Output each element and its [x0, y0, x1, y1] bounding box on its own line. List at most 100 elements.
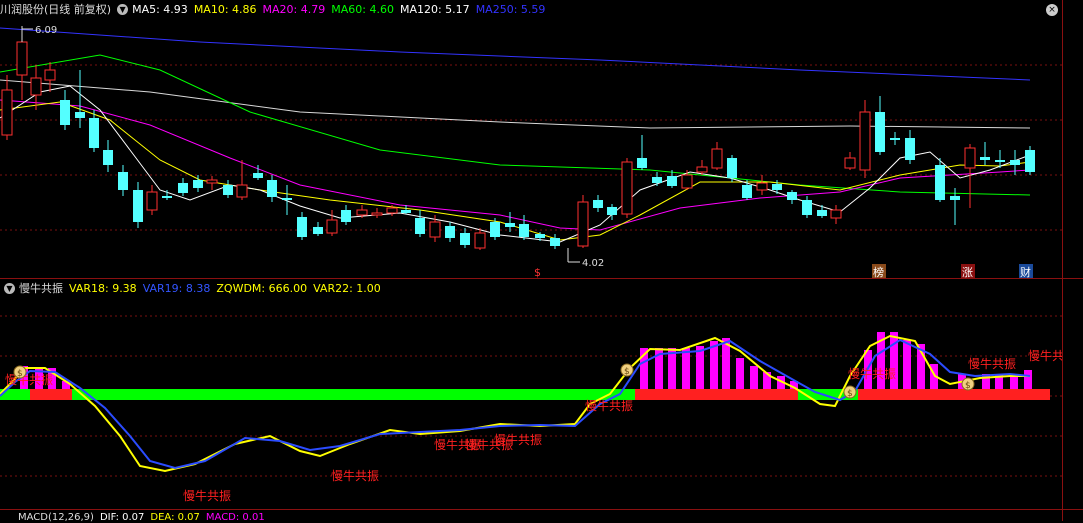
candle-body	[386, 207, 398, 214]
rank-marker[interactable]: 榜	[873, 265, 884, 278]
histogram-bar	[903, 340, 911, 389]
histogram-bar	[1024, 370, 1032, 389]
candle-body	[356, 209, 368, 216]
candle-body	[802, 200, 812, 215]
candle-body	[519, 224, 529, 237]
candle-body	[817, 210, 827, 216]
candle-body	[75, 112, 85, 118]
candle-body	[772, 184, 782, 190]
candle-body	[474, 232, 486, 249]
candle-body	[206, 179, 218, 184]
candle-body	[995, 160, 1005, 162]
candle-body	[490, 222, 500, 237]
candle-body	[1, 89, 13, 136]
money-bag-icon: $	[17, 369, 23, 379]
candle-body	[401, 210, 411, 213]
money-bag-icon: $	[847, 389, 853, 399]
candle-body	[875, 112, 885, 152]
finance-marker[interactable]: 财	[1020, 265, 1031, 278]
candle-body	[133, 190, 143, 222]
candle-body	[1010, 160, 1020, 165]
candle-body	[1025, 150, 1035, 172]
candle-body	[297, 217, 307, 237]
resonance-signal-label: 慢牛共振	[331, 468, 379, 483]
candle-body	[711, 148, 723, 169]
candle-body	[505, 223, 515, 227]
candle-body	[103, 150, 113, 165]
var18-label: VAR18: 9.38	[69, 281, 137, 295]
high-price-label: 6.09	[35, 25, 57, 36]
candle-body	[830, 209, 842, 219]
panel-divider	[0, 509, 1083, 510]
candle-body	[859, 111, 871, 171]
histogram-bar	[1010, 376, 1018, 389]
candle-body	[326, 219, 338, 234]
resonance-signal-label: 慢牛共振	[585, 398, 633, 413]
stock-title: 川润股份(日线 前复权)	[0, 3, 112, 16]
zqwdm-label: ZQWDM: 666.00	[216, 281, 308, 295]
ma60-label: MA60: 4.60	[331, 2, 394, 16]
candle-body	[637, 158, 647, 168]
candle-body	[146, 191, 158, 211]
candlestick-chart[interactable]: 6.09 4.02 $ 榜 涨 财	[0, 0, 1062, 278]
candle-body	[905, 138, 915, 160]
candle-body	[60, 100, 70, 125]
dollar-marker[interactable]: $	[534, 266, 541, 278]
candle-body	[577, 201, 589, 247]
candle-body	[681, 174, 693, 189]
histogram-bar	[750, 366, 758, 389]
candle-body	[667, 176, 677, 186]
candle-body	[267, 180, 277, 197]
ma250-label: MA250: 5.59	[475, 2, 546, 16]
resonance-indicator-chart[interactable]: 慢牛共振慢牛共振慢牛共振慢牛共振慢牛共振慢牛共振慢牛共振慢牛共振慢牛共振慢牛共振…	[0, 296, 1062, 508]
candle-body	[890, 138, 900, 140]
candle-body	[415, 218, 425, 234]
candle-body	[535, 234, 545, 238]
candle-body	[964, 147, 976, 169]
candle-body	[652, 177, 662, 183]
candle-body	[282, 198, 292, 200]
candle-body	[607, 207, 617, 215]
candle-body	[236, 184, 248, 198]
resonance-signal-label: 慢牛共振	[494, 432, 542, 447]
candle-body	[550, 238, 560, 246]
state-band	[858, 389, 1050, 400]
candle-body	[44, 69, 56, 81]
candle-body	[162, 196, 172, 198]
candle-body	[429, 221, 441, 238]
candle-body	[30, 77, 42, 96]
candle-body	[313, 227, 323, 234]
resonance-signal-label: 慢牛共振	[1028, 348, 1062, 363]
histogram-bar	[682, 348, 690, 389]
candle-body	[844, 157, 856, 169]
candle-body	[950, 196, 960, 200]
right-border	[1062, 0, 1063, 521]
var19-line	[0, 338, 1031, 470]
candle-body	[16, 41, 28, 76]
candle-body	[371, 212, 383, 216]
chevron-down-icon[interactable]: ▼	[4, 282, 15, 294]
state-band	[635, 389, 798, 400]
candle-body	[727, 158, 737, 178]
candle-body	[223, 185, 233, 195]
candle-body	[935, 165, 945, 200]
candle-body	[341, 210, 351, 222]
sub-panel-header: ▼ 慢牛共振 VAR18: 9.38 VAR19: 8.38 ZQWDM: 66…	[0, 279, 387, 297]
ma5-label: MA5: 4.93	[132, 2, 188, 16]
resonance-signal-label: 慢牛共振	[5, 372, 53, 387]
money-bag-icon: $	[965, 381, 971, 391]
sub-panel-title: 慢牛共振	[19, 282, 63, 295]
main-panel-header: 川润股份(日线 前复权) ▼ MA5: 4.93 MA10: 4.86 MA20…	[0, 0, 551, 18]
var22-label: VAR22: 1.00	[313, 281, 381, 295]
candle-body	[696, 166, 708, 173]
chevron-down-icon[interactable]: ▼	[117, 3, 129, 15]
ma-line	[0, 27, 1031, 81]
candle-body	[593, 200, 603, 208]
resonance-signal-label: 慢牛共振	[848, 366, 896, 381]
resonance-signal-label: 慢牛共振	[968, 356, 1016, 371]
candle-body	[178, 183, 188, 193]
candle-body	[621, 161, 633, 215]
rise-marker[interactable]: 涨	[962, 266, 973, 278]
candle-body	[445, 226, 455, 238]
state-band	[30, 389, 72, 400]
